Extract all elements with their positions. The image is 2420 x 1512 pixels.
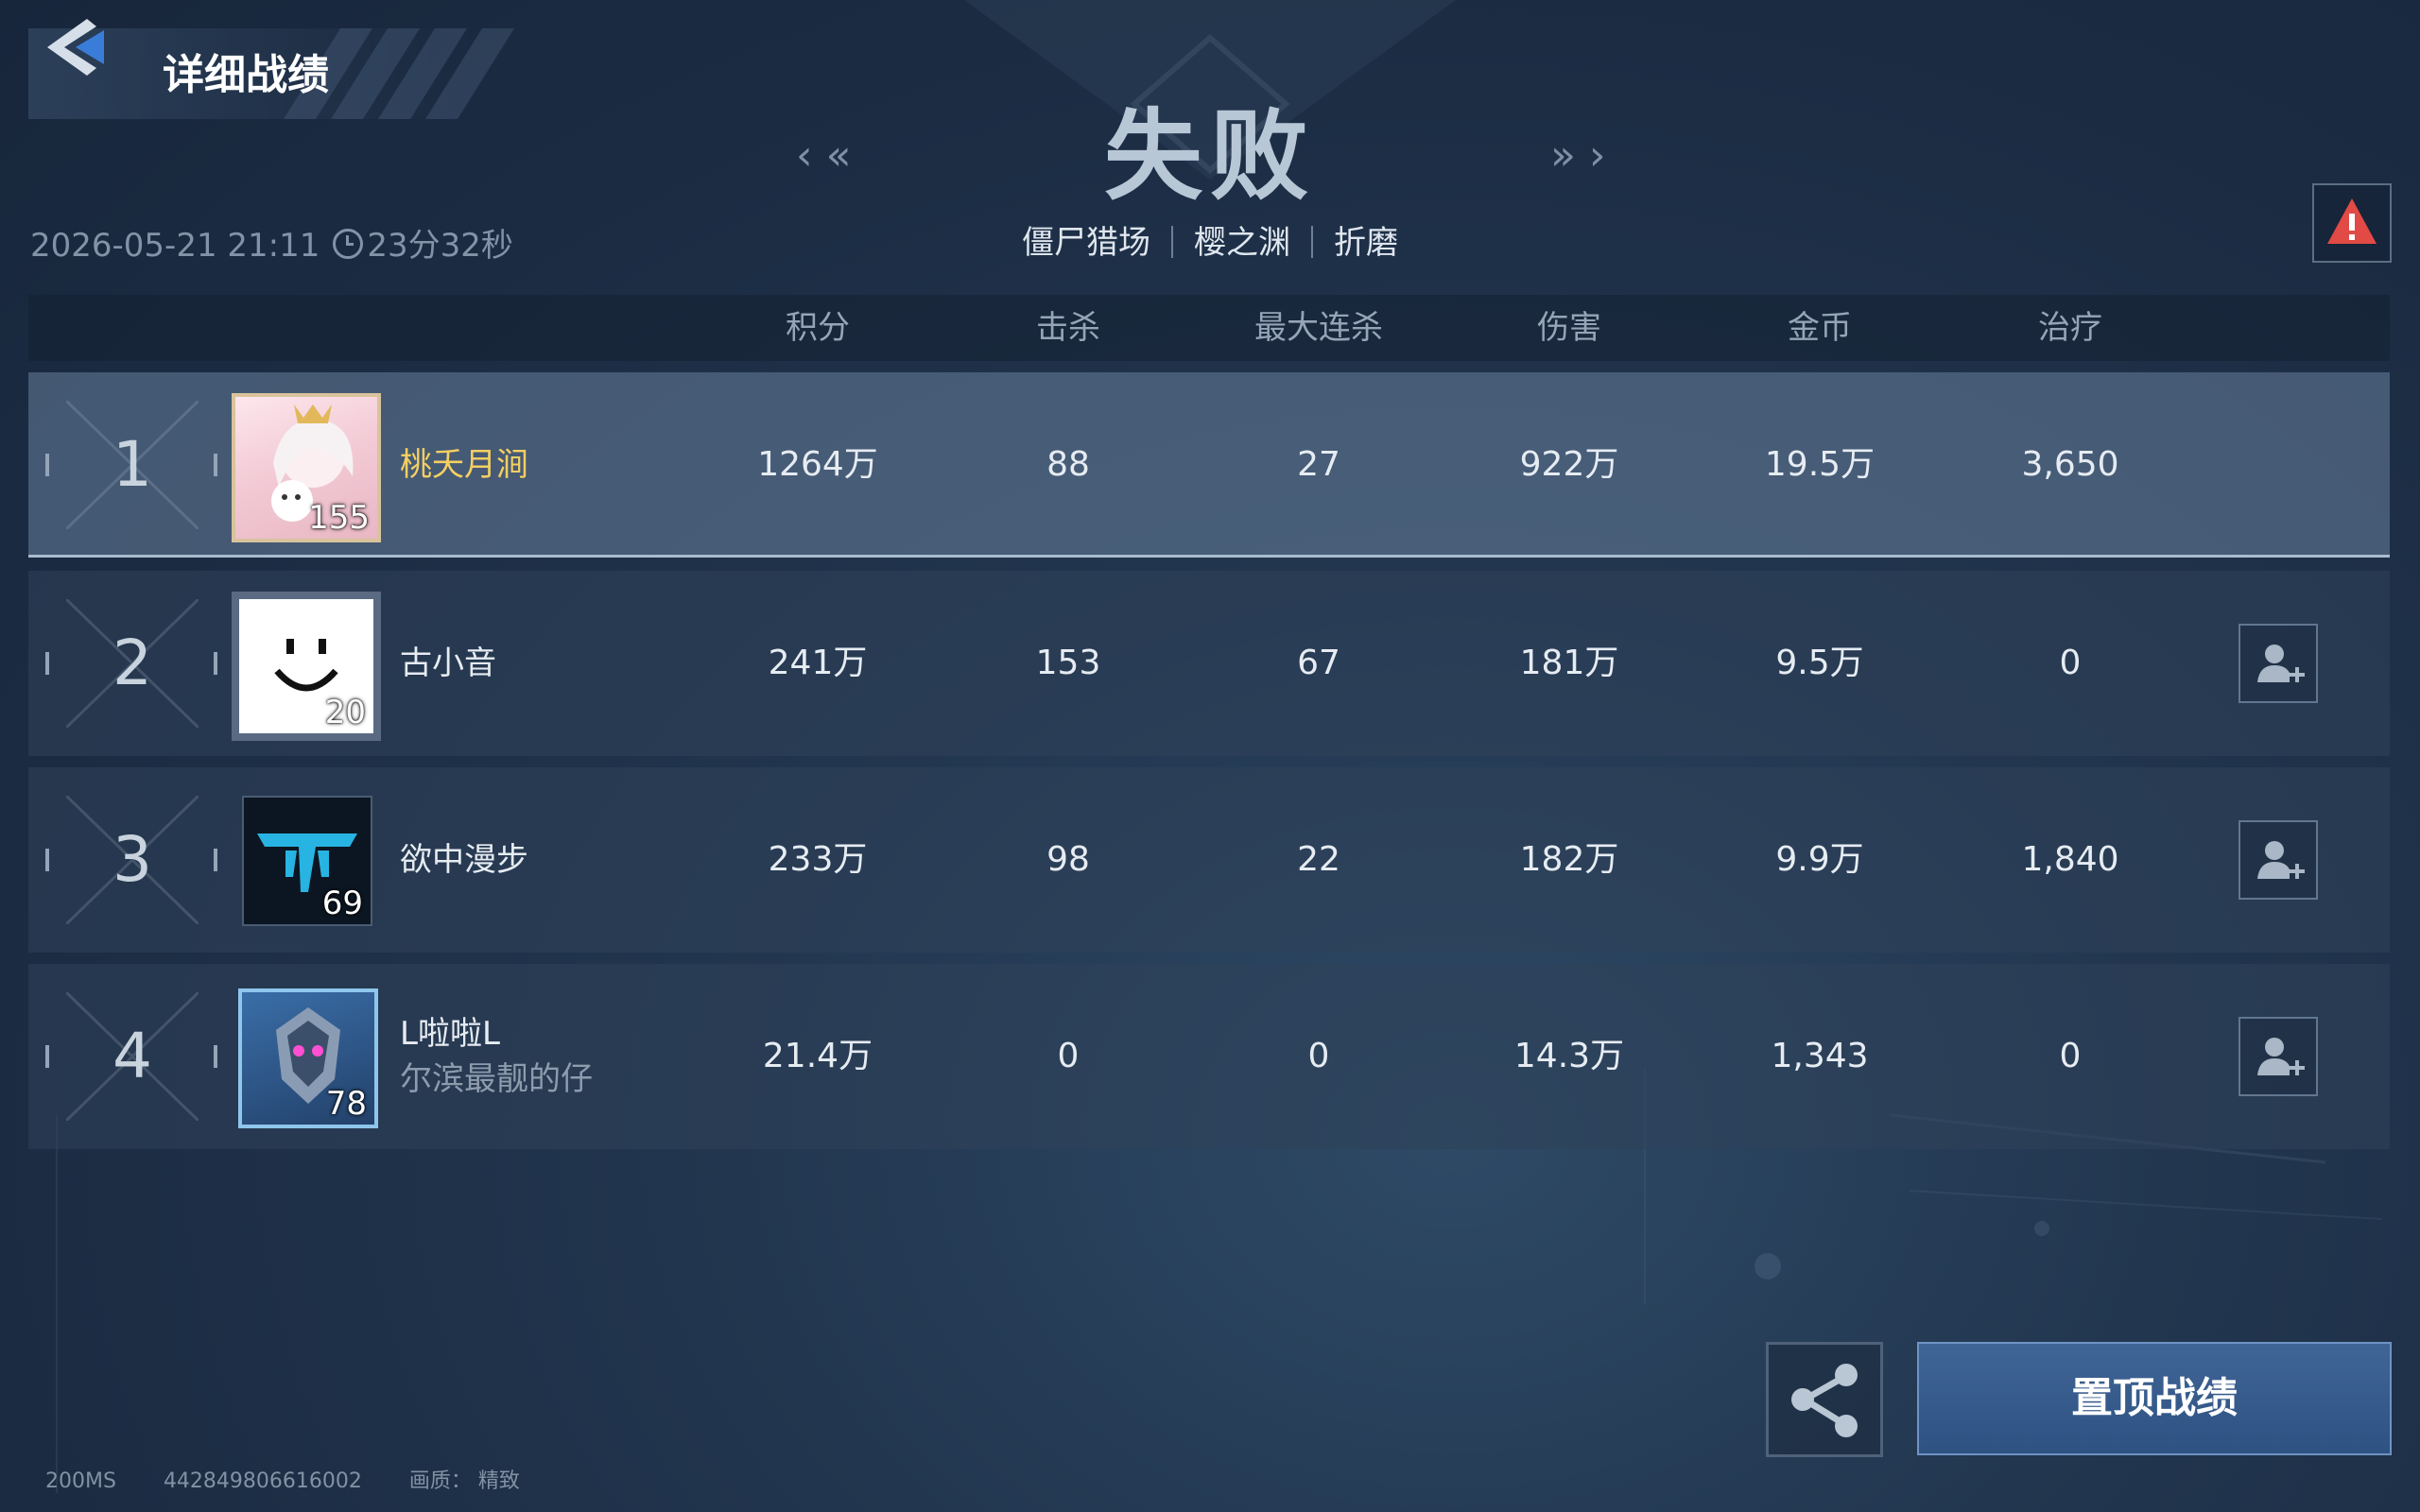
pin-record-button[interactable]: 置顶战绩 [1917,1342,2392,1455]
column-max-streak: 最大连杀 [1254,309,1383,347]
gold-value: 1,343 [1771,1037,1869,1075]
avatar[interactable]: 155 [232,393,381,542]
table-row[interactable]: 3 69 欲中漫步 233万 98 22 182万 9.9万 1,840 [28,767,2390,953]
footer-info: 200MS 442849806616002 画质： 精致 [45,1467,567,1497]
add-friend-icon [2257,1038,2305,1075]
report-button[interactable] [2312,183,2392,263]
max-streak-value: 0 [1307,1037,1330,1075]
add-friend-icon [2257,644,2305,682]
next-match-button[interactable]: » › [1550,132,1606,180]
rank-number: 1 [112,428,152,501]
column-score: 积分 [786,309,850,347]
match-date: 2026-05-21 21:11 [30,227,320,265]
kills-value: 153 [1035,644,1101,682]
heal-value: 1,840 [2021,840,2119,879]
player-level: 20 [324,694,366,731]
heal-value: 3,650 [2021,445,2119,484]
table-row[interactable]: 1 155 桃夭月涧 1264万 88 27 922万 19.5万 3,650 [28,372,2390,558]
max-streak-value: 22 [1297,840,1340,879]
gold-value: 19.5万 [1764,445,1876,484]
player-level: 155 [308,499,370,537]
difficulty: 折磨 [1334,224,1398,262]
quality-setting: 画质： 精致 [408,1469,520,1493]
back-arrow-icon[interactable] [38,13,123,79]
match-id: 442849806616002 [163,1469,362,1493]
score-value: 1264万 [757,445,878,484]
score-value: 241万 [768,644,868,682]
rank-number: 4 [112,1020,152,1092]
share-icon [1791,1364,1858,1437]
column-kills: 击杀 [1036,309,1100,347]
column-gold: 金币 [1788,309,1852,347]
player-level: 69 [321,885,363,922]
player-name: 欲中漫步 [400,841,528,879]
gold-value: 9.9万 [1775,840,1864,879]
rank-number: 2 [112,627,152,699]
ping-value: 200MS [45,1469,116,1493]
table-row[interactable]: 2 20 古小音 241万 153 67 181万 9.5万 0 [28,571,2390,756]
player-name: 桃夭月涧 [400,446,528,484]
warning-icon [2327,198,2377,244]
player-title: 尔滨最靓的仔 [400,1060,593,1098]
heal-value: 0 [2059,1037,2082,1075]
kills-value: 0 [1057,1037,1080,1075]
score-value: 21.4万 [762,1037,873,1075]
avatar[interactable]: 78 [238,988,378,1128]
pin-record-label: 置顶战绩 [2071,1374,2238,1422]
heal-value: 0 [2059,644,2082,682]
avatar[interactable]: 69 [242,796,372,926]
game-mode: 僵尸猎场 [1022,224,1150,262]
player-level: 78 [325,1085,367,1123]
kills-value: 88 [1046,445,1090,484]
max-streak-value: 67 [1297,644,1340,682]
damage-value: 922万 [1519,445,1619,484]
map-name: 樱之渊 [1194,224,1290,262]
clock-icon [333,229,364,259]
match-datetime: 2026-05-21 21:11 23分32秒 [30,223,513,268]
add-friend-button[interactable] [2238,624,2318,703]
damage-value: 182万 [1519,840,1619,879]
player-name: L啦啦L [400,1015,500,1053]
match-result: 失败 [1103,98,1316,214]
max-streak-value: 27 [1297,445,1340,484]
avatar[interactable]: 20 [232,592,381,741]
column-damage: 伤害 [1537,309,1601,347]
score-value: 233万 [768,840,868,879]
damage-value: 181万 [1519,644,1619,682]
add-friend-icon [2257,841,2305,879]
damage-value: 14.3万 [1513,1037,1625,1075]
add-friend-button[interactable] [2238,1017,2318,1096]
rank-number: 3 [112,823,152,896]
player-name: 古小音 [400,644,496,682]
table-row[interactable]: 4 78 L啦啦L 尔滨最靓的仔 21.4万 0 0 14.3万 1,343 0 [28,964,2390,1149]
column-heal: 治疗 [2038,309,2102,347]
gold-value: 9.5万 [1775,644,1864,682]
share-button[interactable] [1766,1342,1883,1457]
kills-value: 98 [1046,840,1090,879]
add-friend-button[interactable] [2238,820,2318,900]
match-duration: 23分32秒 [367,227,513,265]
